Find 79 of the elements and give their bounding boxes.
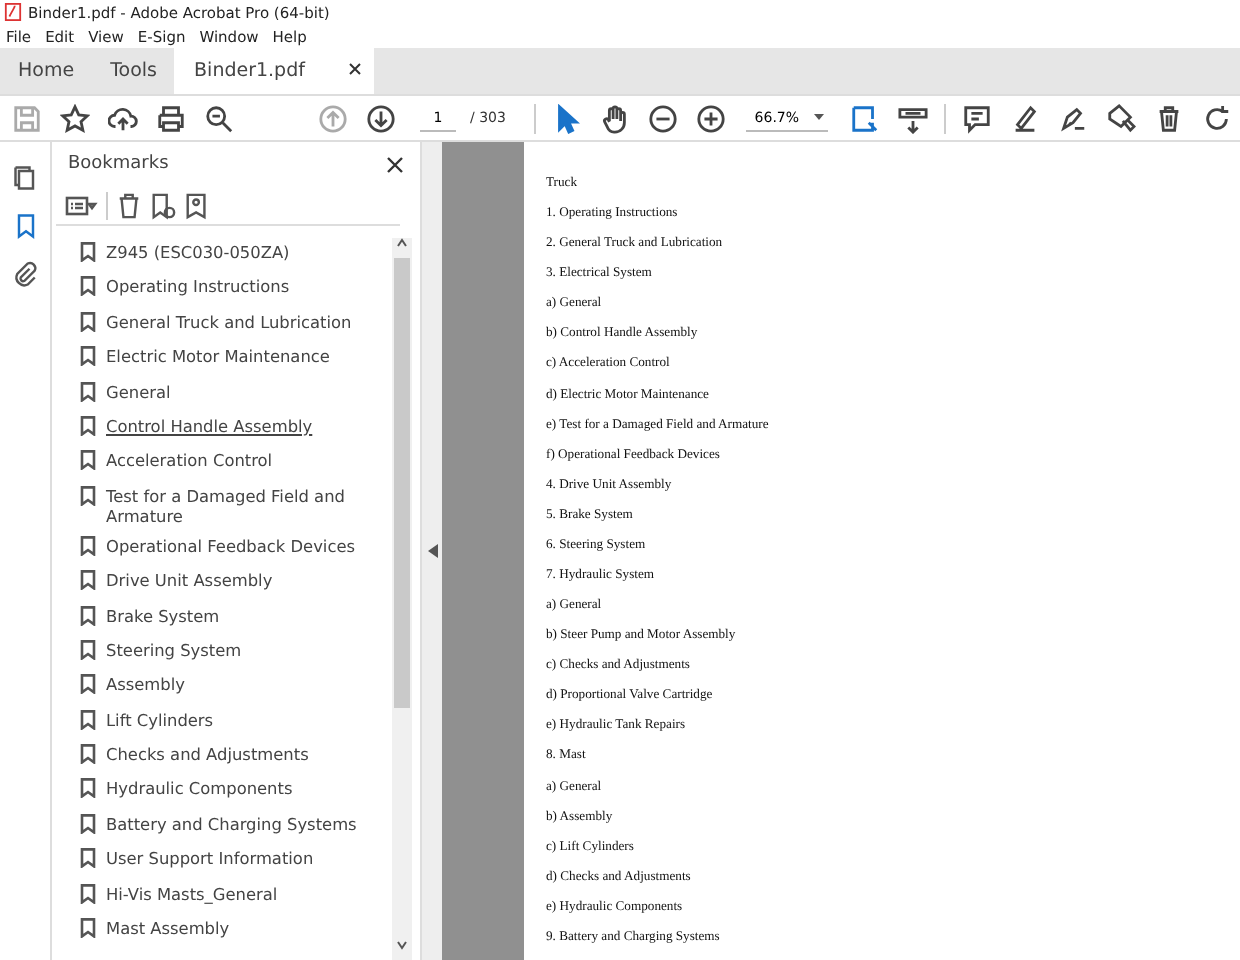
page-up-icon — [317, 103, 348, 133]
bookmark-icon — [80, 485, 96, 506]
page-thumbnails-button[interactable] — [11, 162, 39, 194]
delete-bookmark-icon — [116, 191, 142, 219]
bookmark-icon — [80, 535, 96, 556]
bookmark-icon — [80, 674, 96, 695]
scroll-mode-icon — [897, 103, 928, 133]
bookmark-item[interactable]: Assembly — [80, 670, 392, 706]
bookmark-item[interactable]: Steering System — [80, 635, 392, 671]
bookmark-item[interactable]: Z945 (ESC030-050ZA) — [80, 238, 392, 273]
bookmark-icon — [80, 605, 96, 626]
options-menu-button[interactable] — [64, 191, 98, 219]
caret-icon — [814, 114, 825, 120]
bookmark-item[interactable]: Battery and Charging Systems — [80, 809, 392, 845]
bookmark-item[interactable]: Test for a Damaged Field and Armature — [80, 481, 392, 532]
bookmark-icon — [80, 813, 96, 834]
highlight-pen-icon — [1010, 103, 1041, 133]
bookmark-item[interactable]: Checks and Adjustments — [80, 740, 392, 775]
pdf-file-icon — [4, 2, 22, 22]
page-down-icon — [365, 103, 396, 133]
bookmark-icon — [80, 415, 96, 436]
cloud-upload-icon — [108, 103, 139, 133]
bookmark-item[interactable]: Brake System — [80, 601, 392, 636]
new-bookmark-icon — [150, 191, 176, 219]
find-bookmark-button[interactable] — [184, 191, 210, 219]
scrollbar-thumb[interactable] — [394, 258, 410, 708]
select-tool-icon — [552, 103, 583, 133]
bookmark-item[interactable]: Mast Assembly — [80, 914, 392, 949]
bookmark-item[interactable]: Lift Cylinders — [80, 705, 392, 741]
tab[interactable]: Tools — [92, 48, 175, 94]
delete-bookmark-button[interactable] — [116, 191, 142, 219]
bookmark-icon — [80, 311, 96, 332]
bookmark-item[interactable]: Operating Instructions — [80, 272, 392, 308]
zoom-search-icon — [203, 103, 234, 133]
bookmark-icon — [80, 346, 96, 367]
bookmark-item[interactable]: Drive Unit Assembly — [80, 566, 392, 602]
bookmark-item[interactable]: Control Handle Assembly — [80, 411, 392, 447]
bookmark-icon — [80, 883, 96, 904]
bookmark-icon — [80, 848, 96, 869]
bookmark-icon — [80, 381, 96, 402]
star-icon — [60, 103, 91, 133]
bookmark-item[interactable]: General Truck and Lubrication — [80, 307, 392, 343]
bookmark-item[interactable]: Operational Feedback Devices — [80, 531, 392, 567]
bookmark-icon — [80, 778, 96, 799]
bookmark-item[interactable]: General — [80, 377, 392, 412]
paperclip-icon — [11, 258, 39, 290]
close-icon[interactable] — [386, 155, 404, 173]
zoom-in-icon — [695, 103, 726, 133]
new-bookmark-button[interactable] — [150, 191, 176, 219]
zoom-out-icon — [648, 103, 679, 133]
scrollbar[interactable] — [392, 238, 412, 960]
save-icon — [12, 103, 43, 133]
bookmark-icon — [80, 450, 96, 471]
tab[interactable]: Binder1.pdf — [174, 48, 375, 94]
bookmark-icon — [80, 242, 96, 262]
comment-icon — [962, 103, 993, 133]
bookmark-item[interactable]: Acceleration Control — [80, 446, 392, 482]
fit-page-icon — [849, 103, 880, 133]
bookmark-item[interactable]: User Support Information — [80, 844, 392, 880]
bookmark-icon — [80, 744, 96, 765]
tab[interactable]: Home — [0, 48, 93, 94]
bookmark-item[interactable]: Hi-Vis Masts_General — [80, 879, 392, 915]
options-menu-icon — [64, 191, 98, 219]
page-thumbnails-icon — [11, 162, 39, 194]
bookmark-icon — [80, 276, 96, 297]
hand-tool-icon — [600, 103, 631, 133]
bookmark-icon — [80, 918, 96, 939]
paperclip-button[interactable] — [11, 258, 39, 290]
sign-pen-icon — [1058, 103, 1089, 133]
bookmark-item[interactable]: Hydraulic Components — [80, 774, 392, 810]
find-bookmark-icon — [184, 191, 210, 219]
panel-title: Bookmarks — [68, 154, 169, 174]
bookmark-icon — [80, 639, 96, 660]
bookmark-icon — [80, 709, 96, 730]
collapse-arrow-icon[interactable] — [427, 544, 437, 558]
print-icon — [155, 103, 186, 133]
bookmark-icon — [80, 570, 96, 591]
bookmark-item[interactable]: Electric Motor Maintenance — [80, 342, 392, 378]
rotate-icon — [1201, 103, 1232, 133]
